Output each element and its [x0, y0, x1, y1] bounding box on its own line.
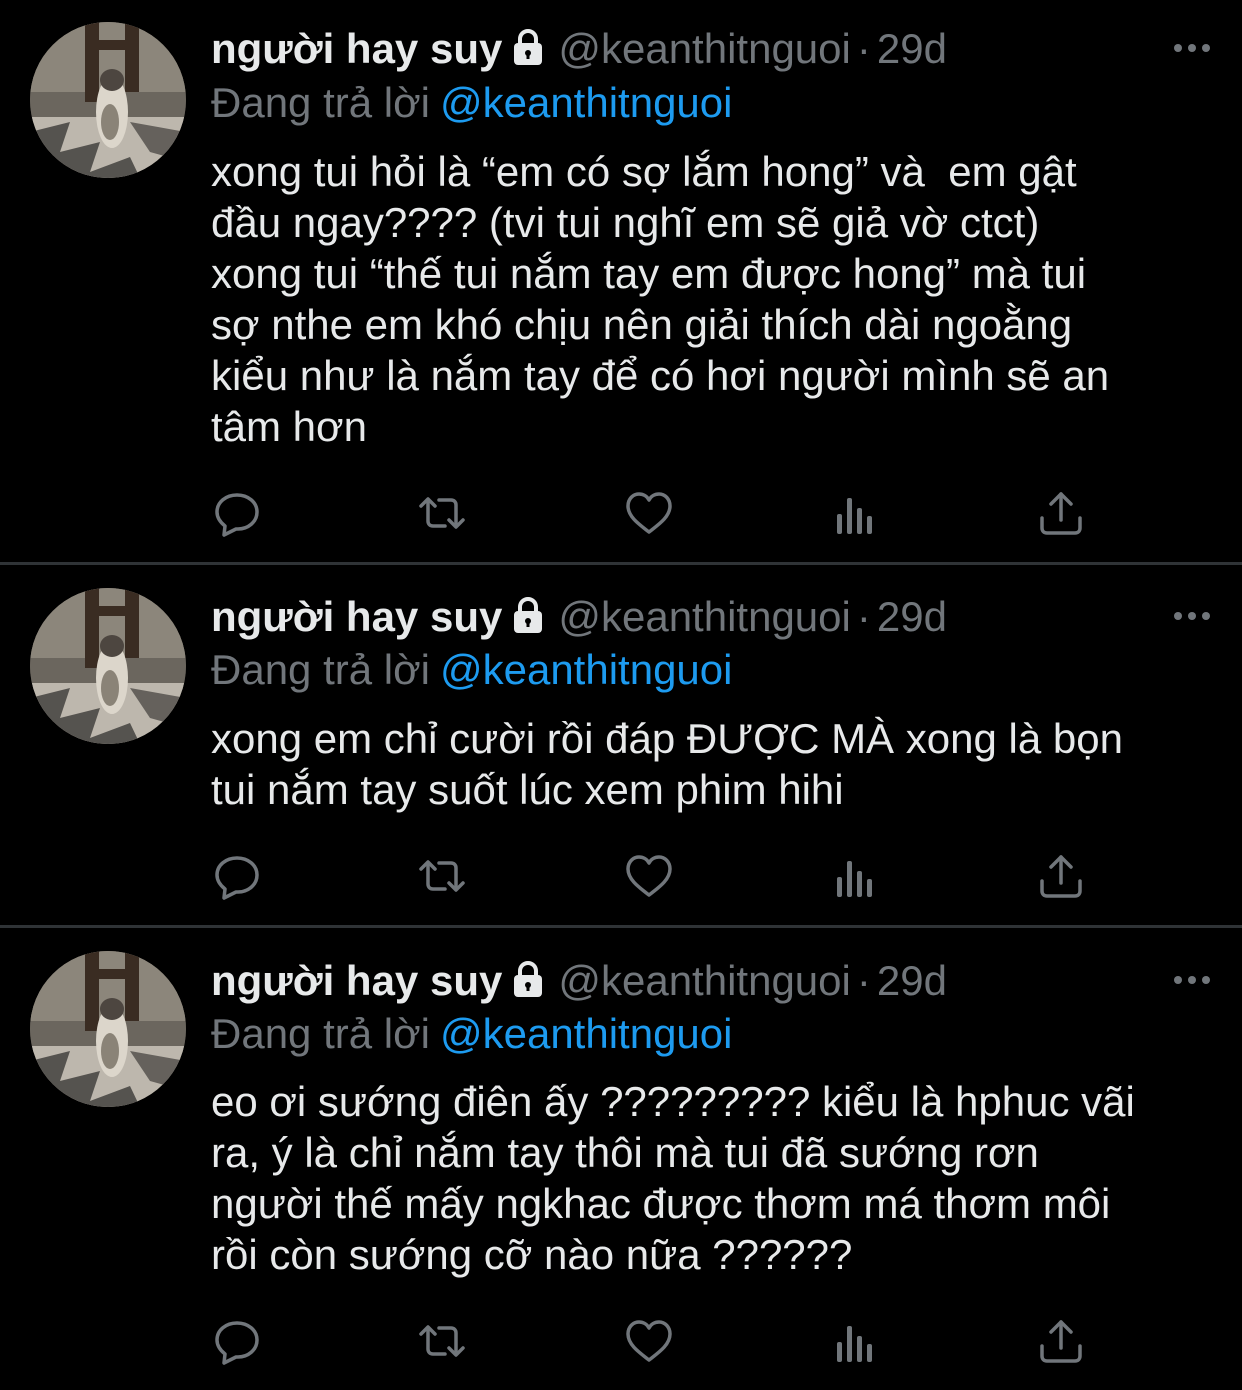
replying-to-handle[interactable]: @keanthitnguoi: [440, 79, 733, 126]
tweet-actions: [0, 851, 1242, 901]
separator: ·: [856, 25, 871, 72]
user-handle[interactable]: @keanthitnguoi: [558, 957, 851, 1004]
timestamp[interactable]: 29d: [877, 25, 947, 72]
share-icon[interactable]: [1036, 488, 1086, 538]
replying-to-handle[interactable]: @keanthitnguoi: [440, 646, 733, 693]
tweet-header: người hay suy @keanthitnguoi · 29d: [211, 24, 947, 74]
lock-icon: [508, 595, 548, 646]
analytics-icon[interactable]: [831, 1316, 881, 1366]
tweet[interactable]: người hay suy @keanthitnguoi · 29d Đang trả…: [0, 928, 1242, 1390]
tweet-actions: [0, 1316, 1242, 1366]
replying-to-label: Đang trả lời: [211, 79, 430, 126]
replying-to: Đang trả lời @keanthitnguoi: [211, 645, 732, 695]
tweet-header: người hay suy @keanthitnguoi · 29d: [211, 592, 947, 642]
user-handle[interactable]: @keanthitnguoi: [558, 593, 851, 640]
lock-icon: [508, 959, 548, 1010]
heart-icon[interactable]: [624, 488, 674, 538]
tweet-header: người hay suy @keanthitnguoi · 29d: [211, 956, 947, 1006]
lock-icon: [508, 27, 548, 78]
avatar[interactable]: [30, 588, 186, 744]
display-name[interactable]: người hay suy: [211, 25, 502, 72]
tweet-text: eo ơi sướng điên ấy ????????? kiểu là hp…: [211, 1078, 1135, 1278]
analytics-icon[interactable]: [831, 851, 881, 901]
separator: ·: [856, 957, 871, 1004]
avatar[interactable]: [30, 951, 186, 1107]
timestamp[interactable]: 29d: [877, 957, 947, 1004]
replying-to-label: Đang trả lời: [211, 646, 430, 693]
separator: ·: [856, 593, 871, 640]
share-icon[interactable]: [1036, 851, 1086, 901]
more-horizontal-icon[interactable]: [1172, 28, 1212, 68]
more-horizontal-icon[interactable]: [1172, 596, 1212, 636]
replying-to-label: Đang trả lời: [211, 1010, 430, 1057]
reply-icon[interactable]: [212, 1316, 262, 1366]
avatar[interactable]: [30, 22, 186, 178]
replying-to: Đang trả lời @keanthitnguoi: [211, 78, 732, 128]
retweet-icon[interactable]: [417, 851, 467, 901]
tweet-text: xong tui hỏi là “em có sợ lắm hong” và e…: [211, 148, 1110, 450]
heart-icon[interactable]: [624, 851, 674, 901]
tweet[interactable]: người hay suy @keanthitnguoi · 29d Đang trả…: [0, 565, 1242, 925]
reply-icon[interactable]: [212, 851, 262, 901]
share-icon[interactable]: [1036, 1316, 1086, 1366]
retweet-icon[interactable]: [417, 488, 467, 538]
analytics-icon[interactable]: [831, 488, 881, 538]
display-name[interactable]: người hay suy: [211, 593, 502, 640]
tweet[interactable]: người hay suy @keanthitnguoi · 29d Đang trả…: [0, 0, 1242, 562]
user-handle[interactable]: @keanthitnguoi: [558, 25, 851, 72]
replying-to-handle[interactable]: @keanthitnguoi: [440, 1010, 733, 1057]
replying-to: Đang trả lời @keanthitnguoi: [211, 1009, 732, 1059]
reply-icon[interactable]: [212, 488, 262, 538]
retweet-icon[interactable]: [417, 1316, 467, 1366]
display-name[interactable]: người hay suy: [211, 957, 502, 1004]
more-horizontal-icon[interactable]: [1172, 960, 1212, 1000]
tweet-actions: [0, 488, 1242, 538]
tweet-text: xong em chỉ cười rồi đáp ĐƯỢC MÀ xong là…: [211, 715, 1123, 813]
heart-icon[interactable]: [624, 1316, 674, 1366]
timestamp[interactable]: 29d: [877, 593, 947, 640]
